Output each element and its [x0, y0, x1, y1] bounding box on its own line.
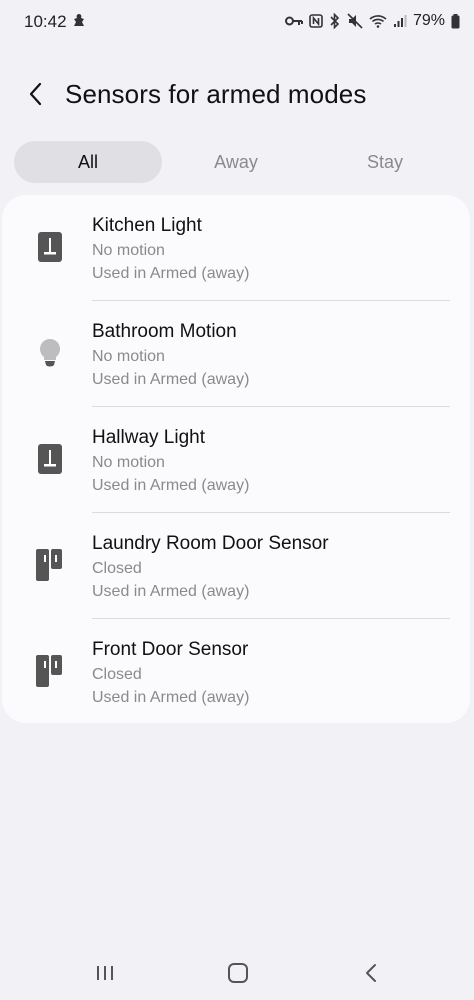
item-title: Bathroom Motion — [92, 321, 237, 342]
list-item-front-door-sensor[interactable]: Front Door Sensor Closed Used in Armed (… — [2, 619, 470, 725]
status-time: 10:42 — [24, 12, 67, 31]
door-sensor-icon — [34, 653, 66, 689]
back-icon — [366, 964, 376, 982]
sensor-list: Kitchen Light No motion Used in Armed (a… — [2, 195, 470, 723]
item-status: Closed — [92, 666, 142, 683]
item-usage: Used in Armed (away) — [92, 689, 250, 706]
item-title: Laundry Room Door Sensor — [92, 533, 329, 554]
item-title: Kitchen Light — [92, 215, 202, 236]
door-sensor-icon — [34, 547, 66, 583]
nfc-icon — [309, 14, 323, 28]
status-icons: 79% — [284, 12, 460, 30]
bulb-icon — [34, 335, 66, 371]
switch-icon — [34, 441, 66, 477]
item-usage: Used in Armed (away) — [92, 265, 250, 282]
tab-away[interactable]: Away — [162, 141, 310, 183]
bluetooth-icon — [329, 13, 341, 29]
back-button[interactable] — [20, 78, 52, 110]
battery-text: 79% — [412, 12, 445, 29]
mode-tabs: All Away Stay — [14, 141, 460, 183]
tab-all[interactable]: All — [14, 141, 162, 183]
notification-icon — [72, 13, 86, 34]
item-status: No motion — [92, 348, 165, 365]
recents-button[interactable] — [85, 958, 125, 988]
tab-stay[interactable]: Stay — [311, 141, 459, 183]
nav-back-button[interactable] — [351, 958, 391, 988]
item-status: No motion — [92, 242, 165, 259]
app-header: Sensors for armed modes — [0, 66, 474, 122]
list-item-bathroom-motion[interactable]: Bathroom Motion No motion Used in Armed … — [2, 301, 470, 407]
list-item-hallway-light[interactable]: Hallway Light No motion Used in Armed (a… — [2, 407, 470, 513]
item-title: Hallway Light — [92, 427, 205, 448]
key-icon — [284, 15, 303, 27]
recents-icon — [97, 966, 113, 980]
signal-icon — [393, 14, 407, 28]
list-item-kitchen-light[interactable]: Kitchen Light No motion Used in Armed (a… — [2, 195, 470, 301]
status-bar: 10:42 79% — [0, 0, 474, 44]
system-nav-bar — [0, 950, 474, 1000]
item-usage: Used in Armed (away) — [92, 583, 250, 600]
list-item-laundry-door-sensor[interactable]: Laundry Room Door Sensor Closed Used in … — [2, 513, 470, 619]
item-status: No motion — [92, 454, 165, 471]
mute-icon — [347, 13, 363, 29]
battery-icon — [451, 13, 460, 29]
home-icon — [228, 963, 248, 983]
item-usage: Used in Armed (away) — [92, 371, 250, 388]
item-status: Closed — [92, 560, 142, 577]
item-title: Front Door Sensor — [92, 639, 249, 660]
item-usage: Used in Armed (away) — [92, 477, 250, 494]
wifi-icon — [369, 14, 387, 28]
home-button[interactable] — [218, 958, 258, 988]
switch-icon — [34, 229, 66, 265]
chevron-left-icon — [29, 82, 42, 106]
page-title: Sensors for armed modes — [65, 79, 367, 109]
